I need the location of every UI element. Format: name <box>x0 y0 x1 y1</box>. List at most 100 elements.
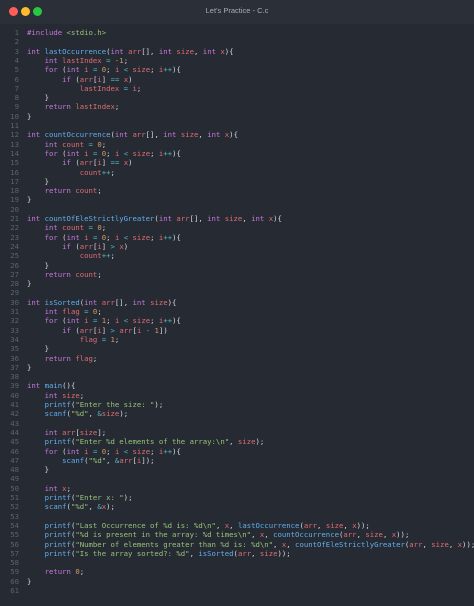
code-line[interactable]: 42 scanf("%d", &size); <box>0 409 474 418</box>
code-line[interactable]: 30 int isSorted(int arr[], int size){ <box>0 298 474 307</box>
code-token: if <box>62 241 76 251</box>
line-code: if (arr[i] > arr[i - 1]) <box>27 326 168 335</box>
line-number: 48 <box>10 465 19 475</box>
line-number: 52 <box>10 502 19 512</box>
code-token: flag <box>62 307 80 316</box>
code-line[interactable]: 29 <box>0 288 474 297</box>
code-token: scanf <box>62 455 85 465</box>
code-line[interactable]: 28} <box>0 279 474 288</box>
code-line[interactable]: 43 <box>0 419 474 428</box>
code-line[interactable]: 53 <box>0 512 474 521</box>
code-token: ]; <box>97 427 107 437</box>
code-line[interactable]: 16 count++; <box>0 168 474 177</box>
code-line[interactable]: 40 int size; <box>0 391 474 400</box>
line-number: 2 <box>14 37 19 47</box>
code-line[interactable]: 61 <box>0 586 474 595</box>
code-line[interactable]: 23 for (int i = 0; i < size; i++){ <box>0 233 474 242</box>
code-line[interactable]: 1 #include <stdio.h> <box>0 28 474 37</box>
code-line[interactable]: 11 <box>0 121 474 130</box>
line-code: } <box>27 177 49 186</box>
code-token: = <box>79 307 93 316</box>
line-code: int count = 0; <box>27 223 107 232</box>
code-line[interactable]: 26 } <box>0 261 474 270</box>
code-line[interactable]: 14 for (int i = 0; i < size; i++){ <box>0 149 474 158</box>
code-line[interactable]: 32 for (int i = 1; i < size; i++){ <box>0 316 474 325</box>
line-code: for (int i = 0; i < size; i++){ <box>27 233 181 242</box>
code-token: ; <box>150 148 159 158</box>
code-token: printf <box>44 400 71 409</box>
code-token: for <box>44 446 63 456</box>
code-line[interactable]: 56 printf("Number of elements greater th… <box>0 540 474 549</box>
code-token: < <box>119 232 133 242</box>
code-line[interactable]: 39 int main(){ <box>0 381 474 390</box>
code-line[interactable]: 22 int count = 0; <box>0 223 474 232</box>
line-number: 15 <box>10 158 19 168</box>
code-line[interactable]: 6 if (arr[i] == x) <box>0 75 474 84</box>
code-line[interactable]: 38 <box>0 372 474 381</box>
code-line[interactable]: 9 return lastIndex; <box>0 102 474 111</box>
code-line[interactable]: 27 return count; <box>0 270 474 279</box>
code-token: int <box>27 46 45 56</box>
code-token: int <box>207 214 225 223</box>
code-line[interactable]: 4 int lastIndex = -1; <box>0 56 474 65</box>
code-line[interactable]: 33 if (arr[i] > arr[i - 1]) <box>0 326 474 335</box>
code-token: , <box>422 539 432 549</box>
code-line[interactable]: 12 int countOccurrence(int arr[], int siz… <box>0 130 474 139</box>
code-token: ; <box>97 307 102 316</box>
code-line[interactable]: 44 int arr[size]; <box>0 428 474 437</box>
code-token: = <box>97 334 111 344</box>
code-line[interactable]: 54 printf("Last Occurrence of %d is: %d\… <box>0 521 474 530</box>
code-line[interactable]: 50 int x; <box>0 484 474 493</box>
code-line[interactable]: 13 int count = 0; <box>0 140 474 149</box>
code-line[interactable]: 45 printf("Enter %d elements of the arra… <box>0 437 474 446</box>
code-line[interactable]: 46 for (int i = 0; i < size; i++){ <box>0 447 474 456</box>
code-line[interactable]: 52 scanf("%d", &x); <box>0 502 474 511</box>
code-line[interactable]: 10} <box>0 112 474 121</box>
code-line[interactable]: 19} <box>0 195 474 204</box>
line-number: 61 <box>10 586 19 595</box>
code-line[interactable]: 5 for (int i = 0; i < size; i++){ <box>0 65 474 74</box>
code-token: int <box>44 483 63 493</box>
code-line[interactable]: 21 int countOfEleStrictlyGreater(int arr[… <box>0 214 474 223</box>
code-line[interactable]: 51 printf("Enter x: "); <box>0 493 474 502</box>
code-token: , <box>273 539 282 549</box>
code-line[interactable]: 17 } <box>0 177 474 186</box>
code-line[interactable]: 35 } <box>0 344 474 353</box>
line-number: 16 <box>10 167 19 177</box>
code-line[interactable]: 18 return count; <box>0 186 474 195</box>
line-number: 31 <box>10 307 19 316</box>
code-token: ){ <box>224 46 234 56</box>
code-line[interactable]: 24 if (arr[i] > x) <box>0 242 474 251</box>
code-line[interactable]: 58 <box>0 558 474 567</box>
code-line[interactable]: 60} <box>0 577 474 586</box>
code-token: arr <box>343 530 357 540</box>
code-token: ){ <box>172 316 181 326</box>
code-line[interactable]: 7 lastIndex = i; <box>0 84 474 93</box>
code-line[interactable]: 31 int flag = 0; <box>0 307 474 316</box>
code-line[interactable]: 15 if (arr[i] == x) <box>0 158 474 167</box>
code-line[interactable]: 49 <box>0 474 474 483</box>
code-token: , <box>382 530 392 540</box>
code-line[interactable]: 37} <box>0 363 474 372</box>
code-line[interactable]: 8 } <box>0 93 474 102</box>
code-token: ; <box>150 65 159 75</box>
code-line[interactable]: 25 count++; <box>0 251 474 260</box>
code-line[interactable]: 20 <box>0 205 474 214</box>
code-line[interactable]: 47 scanf("%d", &arr[i]); <box>0 456 474 465</box>
code-line[interactable]: 2 <box>0 37 474 46</box>
code-line[interactable]: 48 } <box>0 465 474 474</box>
code-line[interactable]: 59 return 0; <box>0 567 474 576</box>
code-line[interactable]: 55 printf("%d is present in the array: %… <box>0 530 474 539</box>
code-editor[interactable]: 1 #include <stdio.h> 2 3 int lastOccurrence(… <box>0 24 474 606</box>
line-number: 32 <box>10 316 19 326</box>
code-token: ]) <box>158 325 168 335</box>
code-line[interactable]: 34 flag = 1; <box>0 335 474 344</box>
line-number: 25 <box>10 251 19 261</box>
code-line[interactable]: 41 printf("Enter the size: "); <box>0 400 474 409</box>
code-line[interactable]: 36 return flag; <box>0 354 474 363</box>
code-line[interactable]: 57 printf("Is the array sorted?: %d", is… <box>0 549 474 558</box>
code-line[interactable]: 3 int lastOccurrence(int arr[], int size,… <box>0 47 474 56</box>
